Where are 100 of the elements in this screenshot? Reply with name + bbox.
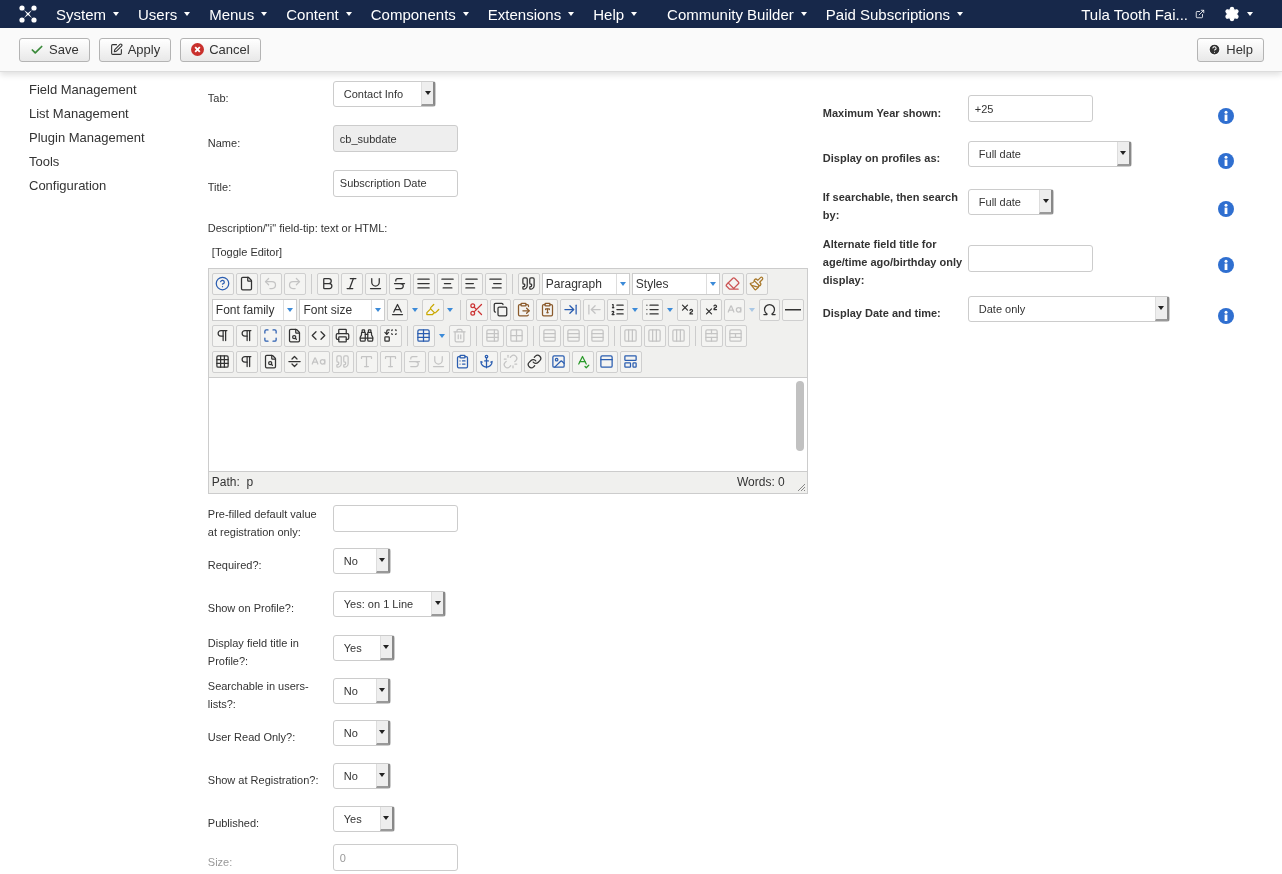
menu-item[interactable]: System [56, 5, 119, 23]
menu-item[interactable]: Paid Subscriptions [825, 5, 963, 23]
menu-item[interactable]: Help [593, 5, 638, 23]
sidebar-link[interactable]: Configuration [29, 174, 208, 198]
caret-icon[interactable] [632, 307, 638, 312]
sidebar-link[interactable]: Plugin Management [29, 126, 208, 150]
copy-button[interactable] [489, 298, 512, 321]
page-break-button[interactable] [283, 350, 306, 373]
omega-button[interactable] [758, 298, 781, 321]
grid-button[interactable] [211, 350, 234, 373]
sidebar-link[interactable]: Field Management [29, 78, 208, 102]
cancel-button[interactable]: Cancel [180, 37, 261, 62]
text-field[interactable] [332, 505, 458, 532]
pilcrow-button[interactable] [235, 350, 258, 373]
align-center-button[interactable] [436, 272, 459, 295]
align-right-button[interactable] [484, 272, 507, 295]
site-link[interactable]: Tula Tooth Fai... [1081, 5, 1205, 23]
image-button[interactable] [547, 350, 570, 373]
preview-button[interactable] [283, 324, 306, 347]
template-button[interactable] [619, 350, 642, 373]
caret-icon [1042, 198, 1049, 203]
help-button[interactable]: Help [1197, 37, 1264, 62]
info-icon[interactable] [1217, 308, 1234, 324]
align-justify-button[interactable] [412, 272, 435, 295]
replace-button[interactable] [379, 324, 402, 347]
text-field[interactable]: +25 [967, 95, 1093, 122]
quote-button[interactable] [517, 272, 540, 295]
anchor-button[interactable] [475, 350, 498, 373]
caret-icon[interactable] [412, 307, 419, 312]
preview-button[interactable] [259, 350, 282, 373]
bullet-list-button[interactable] [641, 298, 664, 321]
menu-item[interactable]: Extensions [487, 5, 575, 23]
dropdown[interactable]: Contact Info [332, 81, 437, 108]
eraser-button[interactable] [721, 272, 744, 295]
indent-button[interactable] [559, 298, 582, 321]
dropdown[interactable]: Yes [332, 806, 395, 832]
outdent-icon [586, 302, 602, 317]
bold-button[interactable] [316, 272, 339, 295]
info-icon[interactable] [1217, 107, 1234, 124]
resize-grip-icon[interactable] [796, 482, 806, 492]
superscript-button[interactable] [700, 298, 722, 321]
code-button[interactable] [307, 324, 330, 347]
menu-item[interactable]: Menus [209, 5, 268, 23]
dropdown[interactable]: Full date [967, 140, 1132, 167]
underline-button[interactable] [364, 272, 387, 295]
sidebar-link[interactable]: List Management [29, 102, 208, 126]
horizontal-rule-button[interactable] [782, 298, 804, 321]
format-dropdown[interactable]: Font family [211, 298, 298, 321]
dropdown[interactable]: No [332, 677, 391, 704]
panel-button[interactable] [595, 350, 618, 373]
info-icon[interactable] [1217, 257, 1234, 273]
dropdown[interactable]: No [332, 763, 391, 789]
align-left-button[interactable] [460, 272, 483, 295]
paste-text-button[interactable] [536, 298, 558, 321]
apply-button[interactable]: Apply [98, 37, 172, 62]
binoculars-button[interactable] [355, 324, 378, 347]
pilcrow-button[interactable] [235, 324, 258, 347]
help-button[interactable] [211, 272, 234, 295]
document-button[interactable] [235, 272, 258, 295]
pilcrow-button[interactable] [211, 324, 234, 347]
info-icon[interactable] [1217, 200, 1234, 217]
menu-item[interactable]: Components [370, 5, 469, 23]
paste-button[interactable] [513, 298, 535, 321]
text-field[interactable]: cb_subdate [332, 125, 458, 153]
grid-icon [215, 354, 231, 369]
italic-button[interactable] [340, 272, 363, 295]
spellcheck-button[interactable] [571, 350, 594, 373]
caret-icon[interactable] [667, 307, 674, 312]
text-field[interactable]: Subscription Date [332, 169, 458, 197]
format-dropdown[interactable]: Styles [631, 272, 720, 295]
attributes-button[interactable] [451, 350, 474, 373]
printer-button[interactable] [331, 324, 354, 347]
menu-item[interactable]: Users [138, 5, 191, 23]
table-button[interactable] [412, 324, 435, 347]
caret-icon[interactable] [438, 333, 445, 338]
sidebar-link[interactable]: Tools [29, 150, 208, 174]
numbered-list-button[interactable] [606, 298, 629, 321]
dropdown[interactable]: Date only [967, 296, 1170, 322]
dropdown[interactable]: Full date [967, 188, 1054, 215]
subscript-button[interactable] [677, 298, 699, 321]
dropdown[interactable]: No [332, 720, 391, 746]
strikethrough-button[interactable] [388, 272, 411, 295]
cut-button[interactable] [466, 298, 488, 321]
toggle-editor-link[interactable]: [Toggle Editor] [207, 241, 808, 262]
format-dropdown[interactable]: Font size [299, 298, 385, 321]
info-icon[interactable] [1217, 152, 1234, 169]
menu-item[interactable]: Community Builder [667, 5, 807, 23]
caret-icon[interactable] [447, 307, 454, 312]
text-color-button[interactable] [387, 298, 409, 321]
menu-item[interactable]: Content [286, 5, 352, 23]
link-button[interactable] [523, 350, 546, 373]
save-button[interactable]: Save [19, 37, 90, 62]
underline-icon [431, 354, 447, 369]
format-dropdown[interactable]: Paragraph [541, 272, 630, 295]
text-field[interactable] [967, 244, 1093, 272]
dropdown[interactable]: No [332, 548, 391, 574]
dropdown[interactable]: Yes: on 1 Line [332, 591, 447, 617]
dropdown[interactable]: Yes [332, 634, 395, 661]
settings-menu[interactable] [1224, 6, 1253, 22]
logo-icon[interactable] [18, 4, 38, 24]
